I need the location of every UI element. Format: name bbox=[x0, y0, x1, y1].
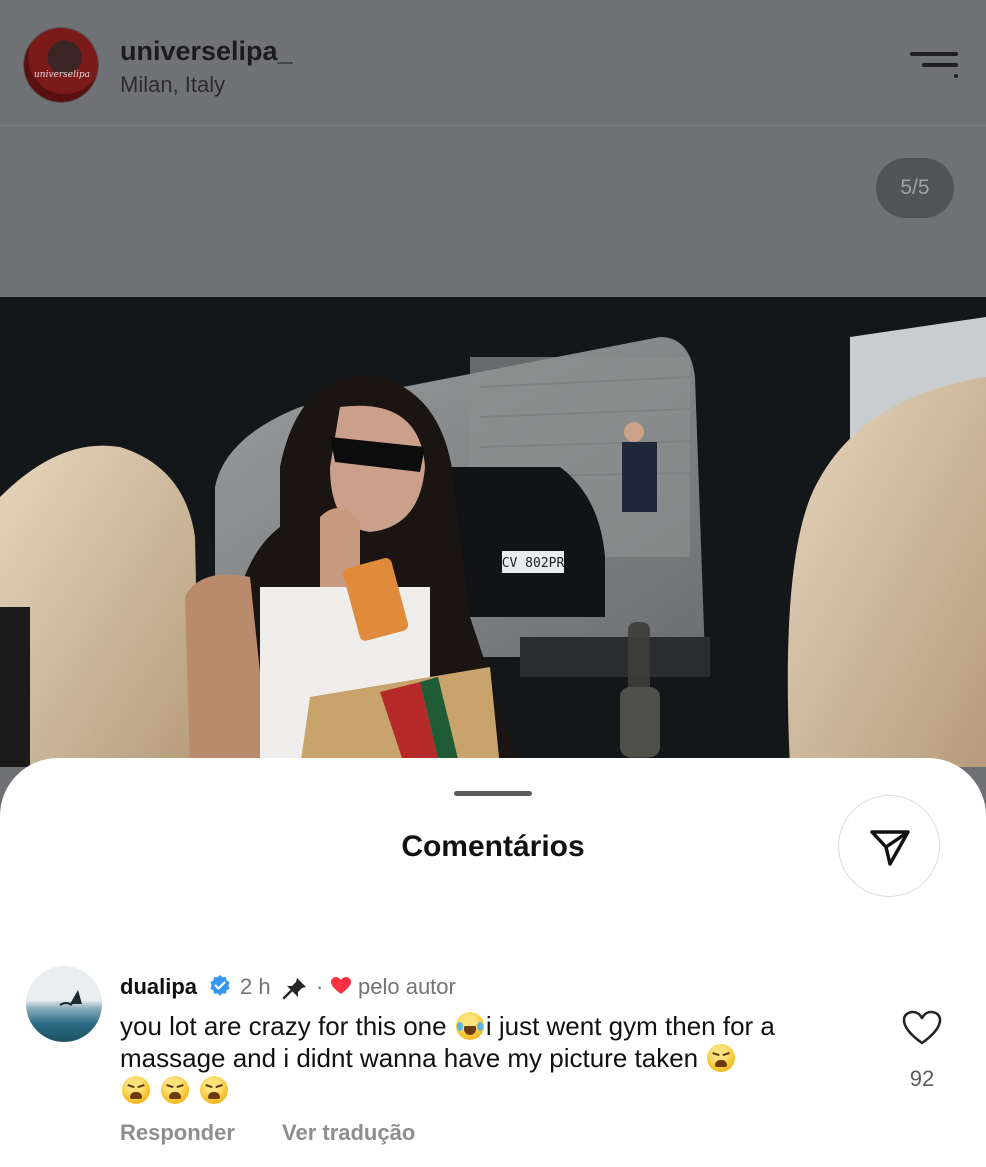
tired-face-emoji-icon bbox=[707, 1044, 736, 1072]
post-location[interactable]: Milan, Italy bbox=[120, 72, 225, 98]
share-button[interactable] bbox=[838, 795, 940, 897]
comment-like-count: 92 bbox=[909, 1066, 935, 1091]
see-translation-button[interactable]: Ver tradução bbox=[282, 1120, 415, 1146]
carousel-counter: 5/5 bbox=[876, 158, 954, 218]
tired-face-emoji-icon bbox=[161, 1076, 190, 1104]
heart-icon[interactable] bbox=[902, 1010, 942, 1046]
post-header: universelipa universelipa_ Milan, Italy bbox=[0, 0, 986, 126]
menu-icon[interactable] bbox=[910, 50, 962, 78]
send-icon bbox=[870, 830, 910, 866]
post-photo[interactable]: CV 802PR bbox=[0, 297, 986, 767]
pin-icon bbox=[282, 978, 306, 1000]
commenter-avatar[interactable] bbox=[26, 966, 102, 1042]
reply-button[interactable]: Responder bbox=[120, 1120, 235, 1146]
verified-badge-icon bbox=[210, 975, 230, 996]
post-author-avatar[interactable]: universelipa bbox=[24, 28, 98, 102]
comment-timestamp: 2 h bbox=[240, 974, 271, 999]
comment-text: you lot are crazy for this one i just we… bbox=[120, 1010, 860, 1106]
post-author-username[interactable]: universelipa_ bbox=[120, 36, 293, 67]
comments-sheet: Comentários dualipa 2 h · pelo autor you… bbox=[0, 758, 986, 1167]
carousel-top-area bbox=[0, 126, 986, 298]
tired-face-emoji-icon bbox=[200, 1076, 229, 1104]
comment-text-part1: you lot are crazy for this one bbox=[120, 1011, 447, 1041]
commenter-username[interactable]: dualipa bbox=[120, 974, 197, 1000]
laughing-crying-emoji-icon bbox=[455, 1012, 484, 1040]
svg-text:CV 802PR: CV 802PR bbox=[502, 556, 565, 571]
liked-by-author-label: pelo autor bbox=[358, 974, 456, 999]
avatar-watermark: universelipa bbox=[34, 70, 91, 80]
tired-face-emoji-icon bbox=[122, 1076, 150, 1104]
sheet-drag-handle[interactable] bbox=[454, 791, 532, 796]
comment-separator: · bbox=[316, 974, 324, 999]
author-liked-heart-icon bbox=[331, 977, 351, 994]
